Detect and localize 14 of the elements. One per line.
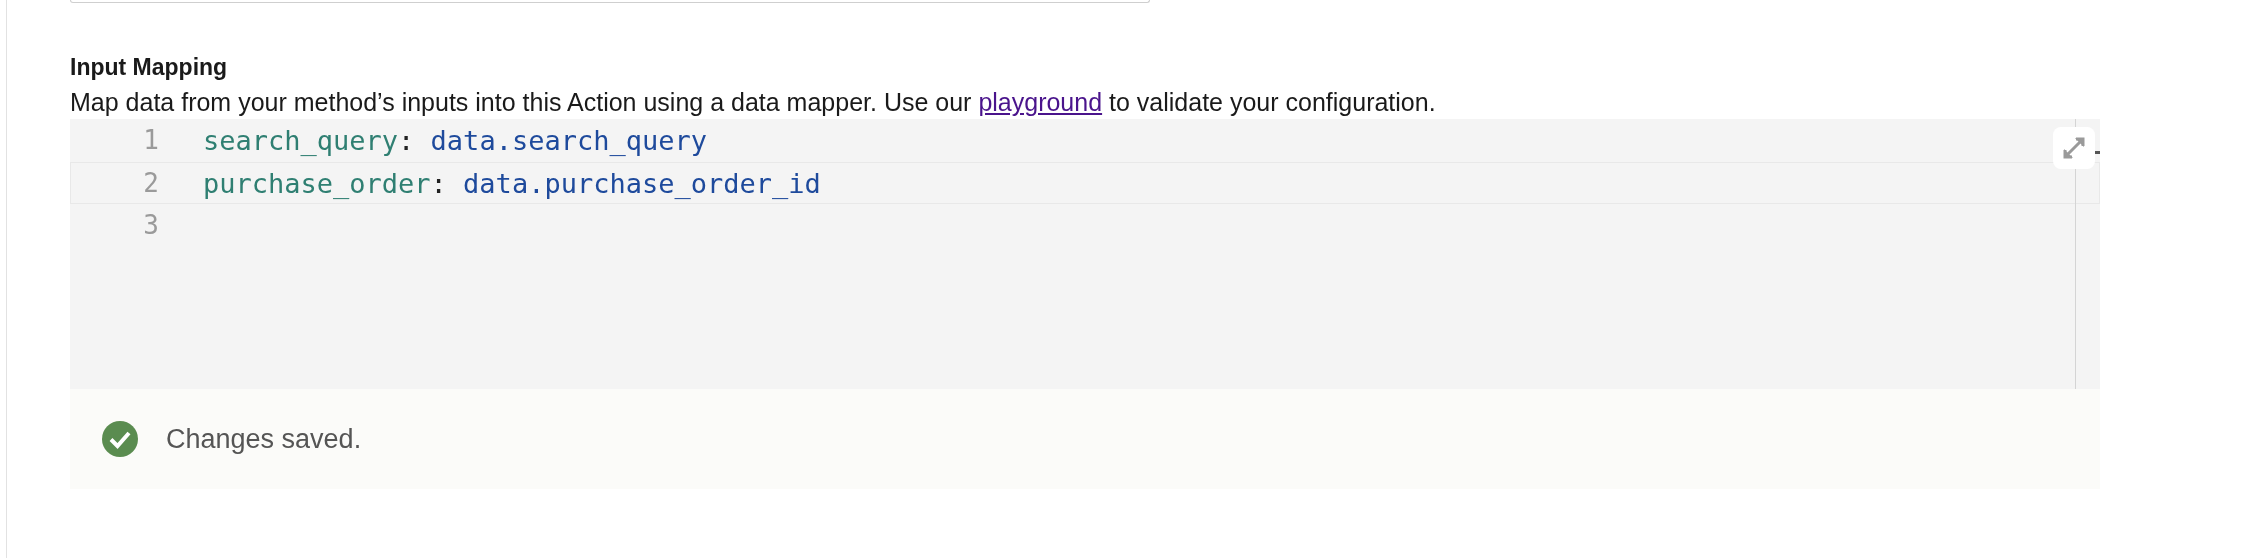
line-number: 3 — [142, 210, 159, 240]
check-circle-icon — [102, 421, 138, 457]
code-line: search_query: data.search_query — [203, 124, 707, 156]
text-field[interactable] — [70, 0, 1150, 3]
code-line: purchase_order: data.purchase_order_id — [203, 167, 821, 199]
section-title: Input Mapping — [70, 53, 229, 81]
expand-button[interactable] — [2053, 127, 2095, 169]
section-description: Map data from your method’s inputs into this Action using a data mapper. Use our playground to validate your configuration. — [70, 87, 1437, 117]
expand-icon — [2062, 136, 2086, 160]
status-message: Changes saved. — [166, 423, 362, 455]
playground-link[interactable]: playground — [978, 88, 1103, 116]
code-editor[interactable]: 1 search_query: data.search_query 2 purchase_order: data.purchase_order_id 3 — [70, 119, 2100, 389]
line-number: 1 — [142, 125, 159, 155]
line-number: 2 — [142, 168, 159, 198]
